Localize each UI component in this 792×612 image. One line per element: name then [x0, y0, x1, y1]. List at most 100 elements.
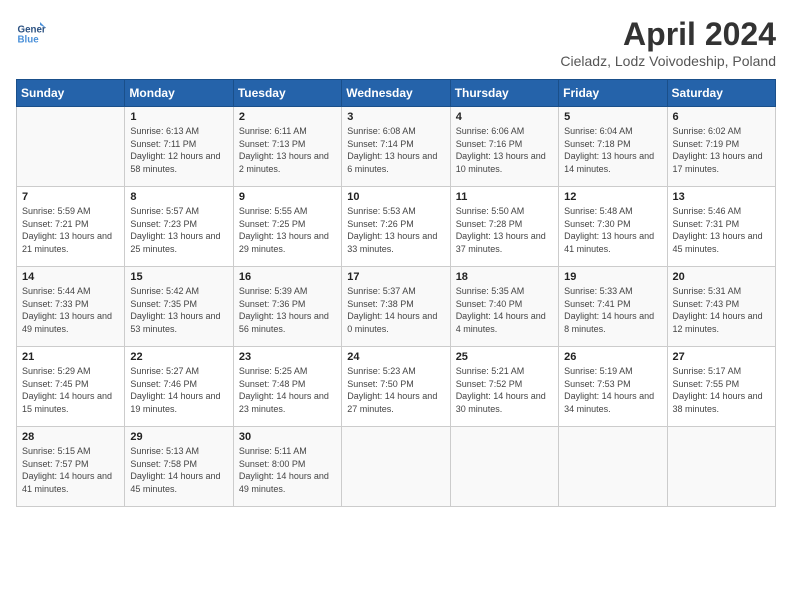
day-info: Sunrise: 5:48 AMSunset: 7:30 PMDaylight:…: [564, 205, 661, 255]
day-number: 12: [564, 191, 661, 203]
calendar-cell: 21 Sunrise: 5:29 AMSunset: 7:45 PMDayligh…: [17, 347, 125, 427]
day-info: Sunrise: 5:13 AMSunset: 7:58 PMDaylight:…: [130, 445, 227, 495]
day-number: 18: [456, 271, 553, 283]
day-info: Sunrise: 5:15 AMSunset: 7:57 PMDaylight:…: [22, 445, 119, 495]
day-number: 29: [130, 431, 227, 443]
logo-icon: General Blue: [16, 16, 46, 46]
calendar-cell: 19 Sunrise: 5:33 AMSunset: 7:41 PMDayligh…: [559, 267, 667, 347]
calendar-cell: 23 Sunrise: 5:25 AMSunset: 7:48 PMDayligh…: [233, 347, 341, 427]
day-info: Sunrise: 5:35 AMSunset: 7:40 PMDaylight:…: [456, 285, 553, 335]
column-header-sunday: Sunday: [17, 80, 125, 107]
day-info: Sunrise: 5:27 AMSunset: 7:46 PMDaylight:…: [130, 365, 227, 415]
calendar-cell: 29 Sunrise: 5:13 AMSunset: 7:58 PMDayligh…: [125, 427, 233, 507]
day-number: 6: [673, 111, 770, 123]
day-number: 23: [239, 351, 336, 363]
day-info: Sunrise: 5:21 AMSunset: 7:52 PMDaylight:…: [456, 365, 553, 415]
calendar-header: SundayMondayTuesdayWednesdayThursdayFrid…: [17, 80, 776, 107]
day-info: Sunrise: 5:59 AMSunset: 7:21 PMDaylight:…: [22, 205, 119, 255]
calendar-cell: 7Sunrise: 5:59 AMSunset: 7:21 PMDaylight…: [17, 187, 125, 267]
day-info: Sunrise: 5:37 AMSunset: 7:38 PMDaylight:…: [347, 285, 444, 335]
day-number: 17: [347, 271, 444, 283]
calendar-cell: 26 Sunrise: 5:19 AMSunset: 7:53 PMDayligh…: [559, 347, 667, 427]
calendar-cell: 12 Sunrise: 5:48 AMSunset: 7:30 PMDayligh…: [559, 187, 667, 267]
day-info: Sunrise: 6:04 AMSunset: 7:18 PMDaylight:…: [564, 125, 661, 175]
day-number: 20: [673, 271, 770, 283]
calendar-cell: 5 Sunrise: 6:04 AMSunset: 7:18 PMDaylight…: [559, 107, 667, 187]
day-info: Sunrise: 5:53 AMSunset: 7:26 PMDaylight:…: [347, 205, 444, 255]
day-info: Sunrise: 5:29 AMSunset: 7:45 PMDaylight:…: [22, 365, 119, 415]
day-number: 26: [564, 351, 661, 363]
column-header-thursday: Thursday: [450, 80, 558, 107]
calendar-cell: 27 Sunrise: 5:17 AMSunset: 7:55 PMDayligh…: [667, 347, 775, 427]
day-number: 11: [456, 191, 553, 203]
calendar-cell: 1 Sunrise: 6:13 AMSunset: 7:11 PMDaylight…: [125, 107, 233, 187]
day-number: 13: [673, 191, 770, 203]
day-info: Sunrise: 5:50 AMSunset: 7:28 PMDaylight:…: [456, 205, 553, 255]
calendar-cell: 6 Sunrise: 6:02 AMSunset: 7:19 PMDaylight…: [667, 107, 775, 187]
day-info: Sunrise: 5:33 AMSunset: 7:41 PMDaylight:…: [564, 285, 661, 335]
day-info: Sunrise: 6:11 AMSunset: 7:13 PMDaylight:…: [239, 125, 336, 175]
calendar-cell: 14 Sunrise: 5:44 AMSunset: 7:33 PMDayligh…: [17, 267, 125, 347]
day-number: 9: [239, 191, 336, 203]
day-number: 24: [347, 351, 444, 363]
day-info: Sunrise: 5:57 AMSunset: 7:23 PMDaylight:…: [130, 205, 227, 255]
calendar-cell: 15 Sunrise: 5:42 AMSunset: 7:35 PMDayligh…: [125, 267, 233, 347]
day-info: Sunrise: 5:55 AMSunset: 7:25 PMDaylight:…: [239, 205, 336, 255]
calendar-week-5: 28 Sunrise: 5:15 AMSunset: 7:57 PMDayligh…: [17, 427, 776, 507]
day-info: Sunrise: 5:23 AMSunset: 7:50 PMDaylight:…: [347, 365, 444, 415]
day-number: 16: [239, 271, 336, 283]
day-info: Sunrise: 5:39 AMSunset: 7:36 PMDaylight:…: [239, 285, 336, 335]
day-info: Sunrise: 5:44 AMSunset: 7:33 PMDaylight:…: [22, 285, 119, 335]
calendar-cell: 20 Sunrise: 5:31 AMSunset: 7:43 PMDayligh…: [667, 267, 775, 347]
day-info: Sunrise: 5:31 AMSunset: 7:43 PMDaylight:…: [673, 285, 770, 335]
day-info: Sunrise: 6:06 AMSunset: 7:16 PMDaylight:…: [456, 125, 553, 175]
logo: General Blue: [16, 16, 46, 46]
column-header-tuesday: Tuesday: [233, 80, 341, 107]
calendar-cell: 4 Sunrise: 6:06 AMSunset: 7:16 PMDaylight…: [450, 107, 558, 187]
day-number: 22: [130, 351, 227, 363]
page-header: General Blue April 2024 Cieladz, Lodz Vo…: [16, 16, 776, 69]
calendar-week-2: 7Sunrise: 5:59 AMSunset: 7:21 PMDaylight…: [17, 187, 776, 267]
day-number: 28: [22, 431, 119, 443]
day-number: 19: [564, 271, 661, 283]
location: Cieladz, Lodz Voivodeship, Poland: [560, 53, 776, 69]
day-info: Sunrise: 6:02 AMSunset: 7:19 PMDaylight:…: [673, 125, 770, 175]
day-number: 30: [239, 431, 336, 443]
calendar-cell: 16 Sunrise: 5:39 AMSunset: 7:36 PMDayligh…: [233, 267, 341, 347]
day-number: 10: [347, 191, 444, 203]
calendar-week-1: 1 Sunrise: 6:13 AMSunset: 7:11 PMDaylight…: [17, 107, 776, 187]
day-info: Sunrise: 5:25 AMSunset: 7:48 PMDaylight:…: [239, 365, 336, 415]
day-info: Sunrise: 5:19 AMSunset: 7:53 PMDaylight:…: [564, 365, 661, 415]
calendar-week-3: 14 Sunrise: 5:44 AMSunset: 7:33 PMDayligh…: [17, 267, 776, 347]
calendar-week-4: 21 Sunrise: 5:29 AMSunset: 7:45 PMDayligh…: [17, 347, 776, 427]
day-number: 15: [130, 271, 227, 283]
day-number: 21: [22, 351, 119, 363]
day-number: 27: [673, 351, 770, 363]
calendar-cell: 11 Sunrise: 5:50 AMSunset: 7:28 PMDayligh…: [450, 187, 558, 267]
calendar-cell: [667, 427, 775, 507]
calendar-cell: 28 Sunrise: 5:15 AMSunset: 7:57 PMDayligh…: [17, 427, 125, 507]
day-number: 1: [130, 111, 227, 123]
column-header-saturday: Saturday: [667, 80, 775, 107]
day-number: 3: [347, 111, 444, 123]
day-number: 8: [130, 191, 227, 203]
calendar-cell: 2 Sunrise: 6:11 AMSunset: 7:13 PMDaylight…: [233, 107, 341, 187]
calendar-cell: 17 Sunrise: 5:37 AMSunset: 7:38 PMDayligh…: [342, 267, 450, 347]
day-info: Sunrise: 5:42 AMSunset: 7:35 PMDaylight:…: [130, 285, 227, 335]
calendar-cell: 13Sunrise: 5:46 AMSunset: 7:31 PMDayligh…: [667, 187, 775, 267]
calendar-cell: 10 Sunrise: 5:53 AMSunset: 7:26 PMDayligh…: [342, 187, 450, 267]
day-number: 4: [456, 111, 553, 123]
calendar-body: 1 Sunrise: 6:13 AMSunset: 7:11 PMDaylight…: [17, 107, 776, 507]
day-number: 5: [564, 111, 661, 123]
calendar-cell: 3Sunrise: 6:08 AMSunset: 7:14 PMDaylight…: [342, 107, 450, 187]
svg-text:Blue: Blue: [18, 34, 40, 45]
day-number: 14: [22, 271, 119, 283]
calendar-cell: [450, 427, 558, 507]
day-info: Sunrise: 6:13 AMSunset: 7:11 PMDaylight:…: [130, 125, 227, 175]
title-block: April 2024 Cieladz, Lodz Voivodeship, Po…: [560, 16, 776, 69]
calendar-cell: 24 Sunrise: 5:23 AMSunset: 7:50 PMDayligh…: [342, 347, 450, 427]
day-number: 2: [239, 111, 336, 123]
calendar-cell: [342, 427, 450, 507]
day-info: Sunrise: 5:17 AMSunset: 7:55 PMDaylight:…: [673, 365, 770, 415]
month-title: April 2024: [560, 16, 776, 53]
